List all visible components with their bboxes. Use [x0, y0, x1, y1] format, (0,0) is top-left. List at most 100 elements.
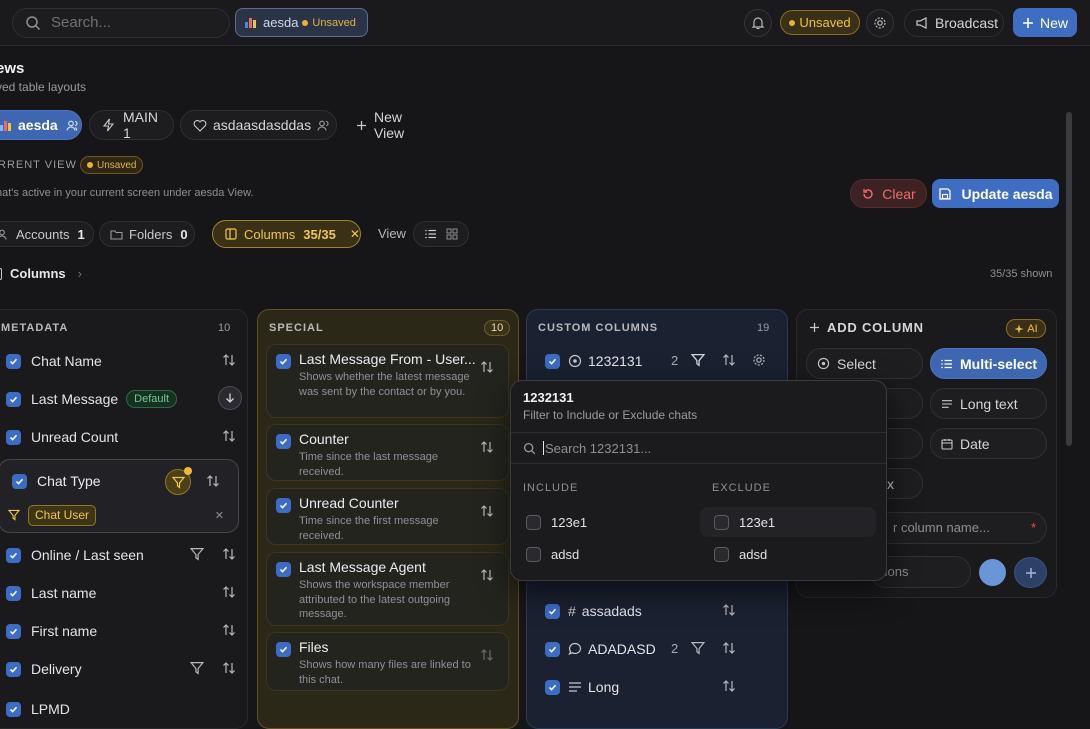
notifications-button[interactable]: [744, 9, 772, 37]
grid-view-icon[interactable]: [446, 228, 458, 240]
list-view-icon[interactable]: [424, 229, 437, 239]
close-icon[interactable]: ✕: [215, 509, 224, 522]
checkbox[interactable]: [545, 679, 560, 695]
checkbox[interactable]: [6, 391, 21, 407]
checkbox[interactable]: [6, 353, 21, 369]
list-item[interactable]: Long: [545, 677, 779, 697]
tab-main-1[interactable]: MAIN 1: [89, 109, 174, 141]
sort-icon[interactable]: [480, 648, 494, 662]
special-card[interactable]: Files Shows how many files are linked to…: [266, 632, 509, 691]
type-multiselect-button[interactable]: Multi-select: [930, 348, 1047, 379]
type-longtext-button[interactable]: Long text: [930, 388, 1047, 419]
checkbox[interactable]: [276, 434, 291, 449]
list-item[interactable]: LPMD: [6, 699, 236, 719]
popover-search-input[interactable]: Search 1232131...: [511, 432, 886, 464]
checkbox[interactable]: [714, 546, 729, 562]
columns-filter-chip[interactable]: Columns 35/35 ✕: [212, 220, 361, 248]
checkbox[interactable]: [276, 354, 291, 369]
clear-button[interactable]: Clear: [850, 179, 927, 208]
sort-icon[interactable]: [722, 679, 736, 693]
list-item[interactable]: 1232131 2: [545, 351, 779, 371]
checkbox[interactable]: [545, 603, 560, 619]
new-view-button[interactable]: New View: [344, 109, 446, 141]
sort-icon[interactable]: [222, 661, 236, 675]
unsaved-status-pill[interactable]: Unsaved: [780, 10, 860, 35]
sort-icon[interactable]: [480, 504, 494, 518]
filter-icon[interactable]: [190, 547, 204, 561]
sort-icon[interactable]: [222, 429, 236, 443]
list-item[interactable]: Last Message Default: [6, 386, 242, 410]
sort-icon[interactable]: [722, 641, 736, 655]
sort-icon[interactable]: [480, 360, 494, 374]
checkbox[interactable]: [276, 498, 291, 513]
sort-icon[interactable]: [222, 623, 236, 637]
gear-icon[interactable]: [752, 353, 766, 367]
checkbox[interactable]: [6, 547, 21, 563]
special-card[interactable]: Unread Counter Time since the first mess…: [266, 488, 509, 545]
checkbox[interactable]: [6, 585, 21, 601]
list-item[interactable]: # assadads: [545, 601, 779, 621]
list-item[interactable]: Delivery: [6, 659, 236, 679]
checkbox[interactable]: [545, 641, 560, 657]
search-input[interactable]: Search...: [12, 8, 230, 38]
checkbox[interactable]: [6, 661, 21, 677]
sort-icon[interactable]: [480, 568, 494, 582]
sort-icon[interactable]: [222, 547, 236, 561]
checkbox[interactable]: [6, 701, 21, 717]
list-item[interactable]: First name: [6, 621, 236, 641]
special-title: SPECIAL: [269, 322, 324, 334]
update-view-button[interactable]: Update aesda: [932, 179, 1059, 208]
columns-section-header[interactable]: Columns ›: [0, 266, 82, 281]
checkbox[interactable]: [12, 473, 27, 489]
checkbox[interactable]: [714, 514, 729, 530]
checkbox[interactable]: [276, 562, 291, 577]
list-item[interactable]: Unread Count: [6, 427, 236, 447]
checkbox[interactable]: [276, 642, 291, 657]
sort-icon[interactable]: [222, 353, 236, 367]
checkbox[interactable]: [545, 353, 560, 369]
ai-button[interactable]: AI: [1006, 319, 1046, 338]
exclude-option[interactable]: adsd: [700, 539, 876, 569]
folders-filter-chip[interactable]: Folders 0: [99, 221, 195, 247]
filter-icon[interactable]: [691, 641, 705, 655]
list-item[interactable]: ADADASD 2: [545, 639, 779, 659]
current-view-chip[interactable]: aesda Unsaved: [235, 8, 368, 37]
active-filter-button[interactable]: [165, 467, 192, 495]
list-item[interactable]: Online / Last seen: [6, 545, 236, 565]
include-option[interactable]: 123e1: [512, 507, 688, 537]
tab-asdaasdasddas[interactable]: asdaasdasddas: [180, 110, 337, 140]
special-card[interactable]: Counter Time since the last message rece…: [266, 424, 509, 481]
page-scrollbar[interactable]: [1066, 112, 1072, 446]
list-item[interactable]: Last name: [6, 583, 236, 603]
settings-button[interactable]: [866, 9, 894, 37]
checkbox[interactable]: [526, 514, 541, 530]
sort-icon[interactable]: [722, 353, 736, 367]
checkbox[interactable]: [526, 546, 541, 562]
filter-icon[interactable]: [691, 353, 705, 367]
accounts-filter-chip[interactable]: Accounts 1: [0, 221, 94, 247]
new-button[interactable]: New: [1013, 8, 1077, 37]
close-icon[interactable]: ✕: [350, 227, 360, 241]
broadcast-button[interactable]: Broadcast: [904, 9, 1004, 37]
list-item[interactable]: Chat Name: [6, 351, 236, 371]
checkbox[interactable]: [6, 429, 21, 445]
include-option[interactable]: adsd: [512, 539, 688, 569]
special-card[interactable]: Last Message Agent Shows the workspace m…: [266, 552, 509, 626]
sort-icon[interactable]: [480, 440, 494, 454]
sort-icon[interactable]: [222, 585, 236, 599]
color-picker[interactable]: [979, 559, 1006, 586]
add-option-button[interactable]: [1014, 557, 1047, 588]
sort-icon[interactable]: [206, 474, 220, 488]
type-date-button[interactable]: Date: [930, 428, 1047, 459]
special-card[interactable]: Last Message From - User... Shows whethe…: [266, 344, 509, 418]
type-select-button[interactable]: Select: [806, 348, 923, 379]
filter-value-tag[interactable]: Chat User: [28, 505, 97, 526]
filter-icon[interactable]: [190, 661, 204, 675]
checkbox[interactable]: [6, 623, 21, 639]
column-name-input[interactable]: r column name... *: [860, 512, 1047, 544]
exclude-option[interactable]: 123e1: [700, 507, 876, 537]
tab-aesda[interactable]: aesda: [0, 110, 82, 140]
chat-type-expanded-item[interactable]: Chat Type Chat User ✕: [0, 459, 239, 533]
sort-icon[interactable]: [722, 603, 736, 617]
sort-direction-button[interactable]: [218, 386, 242, 410]
